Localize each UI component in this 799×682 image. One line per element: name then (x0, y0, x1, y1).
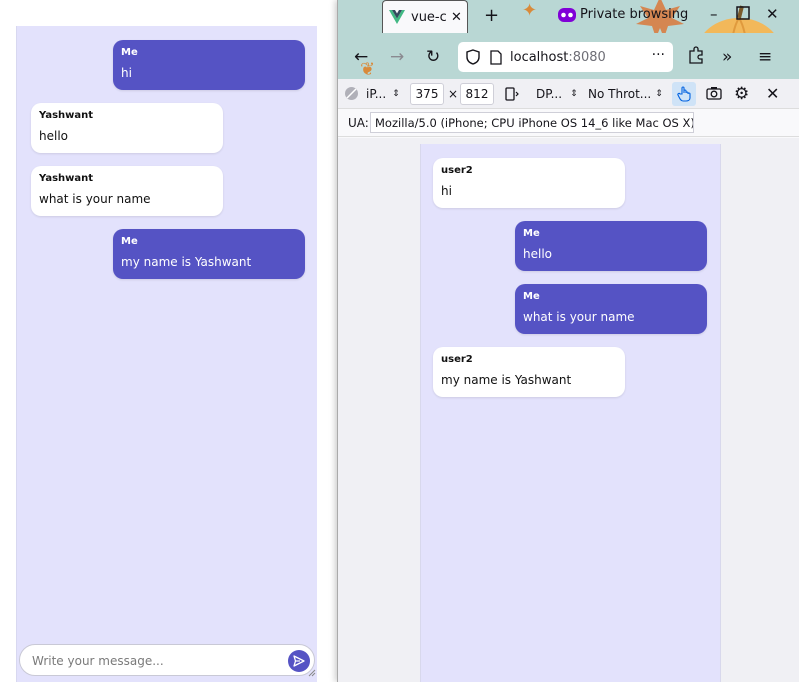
select-arrows-icon: ⇕ (392, 89, 400, 99)
settings-gear-icon[interactable]: ⚙ (734, 84, 749, 104)
leaf-decoration-icon: ✦ (522, 0, 538, 21)
vue-logo-icon (389, 10, 405, 24)
message-bubble-me: Me what is your name (515, 284, 707, 334)
extensions-icon[interactable] (688, 46, 704, 69)
overflow-menu-icon[interactable]: » (722, 47, 732, 67)
select-arrows-icon: ⇕ (655, 89, 663, 99)
hand-pointer-icon (677, 86, 691, 102)
message-sender: Yashwant (39, 110, 94, 121)
close-window-icon[interactable]: ✕ (766, 5, 779, 23)
navigation-toolbar: ❦ ← → ↻ localhost:8080 ··· » ≡ (338, 33, 799, 80)
message-bubble-me: Me my name is Yashwant (113, 229, 305, 279)
forward-icon[interactable]: → (390, 47, 404, 67)
select-arrows-icon: ⇕ (570, 89, 578, 99)
minimize-icon[interactable]: – (710, 5, 718, 23)
tab-title: vue-cli (411, 9, 447, 25)
message-text: what is your name (523, 310, 635, 324)
message-text: hi (441, 184, 452, 198)
private-browsing-indicator: Private browsing (558, 7, 688, 22)
viewport-width-value: 375 (415, 87, 439, 101)
message-sender: Me (121, 236, 138, 247)
chat-window-left: Me hi Yashwant hello Yashwant what is yo… (16, 26, 317, 682)
message-input[interactable] (32, 651, 272, 671)
private-browsing-label: Private browsing (580, 7, 689, 22)
device-viewport: user2 hi Me hello Me what is your name u… (420, 144, 721, 682)
responsive-viewport-area: user2 hi Me hello Me what is your name u… (338, 138, 799, 682)
private-mask-icon (558, 7, 576, 22)
message-sender: Me (523, 291, 540, 302)
dpr-selector-value: DP... (536, 87, 563, 101)
message-text: what is your name (39, 192, 151, 206)
page-icon (490, 49, 502, 65)
url-bar[interactable]: localhost:8080 ··· (458, 42, 673, 72)
touch-simulation-button[interactable] (672, 82, 696, 106)
message-sender: Me (121, 47, 138, 58)
message-sender: Me (523, 228, 540, 239)
url-port: :8080 (568, 49, 606, 65)
page-actions-icon[interactable]: ··· (652, 47, 665, 63)
network-throttling-selector[interactable]: No Throt... ⇕ (588, 84, 663, 104)
user-agent-bar: UA: Mozilla/5.0 (iPhone; CPU iPhone OS 1… (338, 109, 799, 137)
responsive-design-toolbar: iP... ⇕ 375 × 812 DP... ⇕ No Throt... ⇕ (338, 79, 799, 109)
viewport-height-value: 812 (465, 87, 489, 101)
dimension-separator: × (448, 87, 459, 101)
message-text: hello (523, 247, 552, 261)
message-sender: user2 (441, 354, 473, 365)
close-rdm-icon[interactable]: ✕ (766, 84, 779, 103)
message-bubble-other: Yashwant hello (31, 103, 223, 153)
shield-icon[interactable] (466, 49, 480, 65)
message-bubble-me: Me hi (113, 40, 305, 90)
browser-tab[interactable]: vue-cli ✕ (382, 0, 468, 33)
message-composer (19, 644, 316, 677)
message-bubble-other: user2 hi (433, 158, 625, 208)
viewport-width-input[interactable]: 375 (410, 83, 444, 105)
title-bar: ✦ vue-cli ✕ + Private browsing – (338, 0, 799, 33)
message-text: my name is Yashwant (441, 373, 572, 387)
message-bubble-me: Me hello (515, 221, 707, 271)
hamburger-menu-icon[interactable]: ≡ (758, 47, 772, 67)
message-bubble-other: user2 my name is Yashwant (433, 347, 625, 397)
message-bubble-other: Yashwant what is your name (31, 166, 223, 216)
firefox-window: ✦ vue-cli ✕ + Private browsing – (337, 0, 799, 682)
maximize-icon[interactable] (736, 6, 750, 24)
tab-close-icon[interactable]: ✕ (451, 10, 462, 25)
rotate-viewport-icon[interactable] (504, 84, 520, 104)
dpr-selector[interactable]: DP... ⇕ (536, 84, 578, 104)
resize-grip-icon[interactable] (306, 667, 316, 677)
message-text: hi (121, 66, 132, 80)
device-selector-value: iP... (366, 87, 387, 101)
reload-icon[interactable]: ↻ (426, 47, 440, 67)
viewport-height-input[interactable]: 812 (460, 83, 494, 105)
message-sender: user2 (441, 165, 473, 176)
url-host: localhost (510, 49, 569, 65)
send-icon (293, 655, 305, 667)
message-sender: Yashwant (39, 173, 94, 184)
screenshot-icon[interactable] (706, 86, 722, 103)
touch-disabled-icon[interactable] (344, 86, 359, 101)
device-selector[interactable]: iP... ⇕ (366, 84, 400, 104)
back-icon[interactable]: ← (354, 47, 368, 67)
new-tab-icon[interactable]: + (484, 5, 499, 26)
user-agent-input[interactable]: Mozilla/5.0 (iPhone; CPU iPhone OS 14_6 … (370, 112, 694, 133)
message-text: hello (39, 129, 68, 143)
throttling-value: No Throt... (588, 87, 652, 101)
ua-label: UA: (348, 116, 369, 130)
message-text: my name is Yashwant (121, 255, 252, 269)
